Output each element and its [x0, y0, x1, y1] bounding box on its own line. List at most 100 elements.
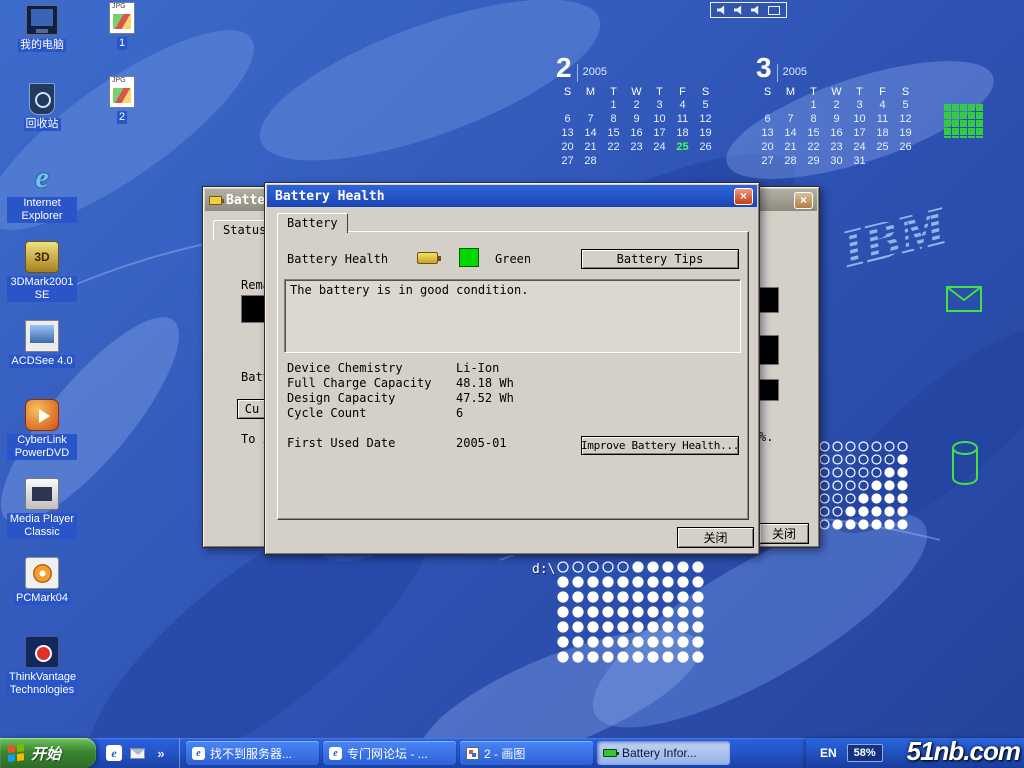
detail-row: Full Charge Capacity48.18 Wh [287, 376, 739, 391]
calendar-month: 3 [756, 54, 772, 82]
taskbar-task[interactable]: 找不到服务器... [186, 741, 319, 765]
cylinder-icon [950, 440, 980, 488]
close-icon[interactable]: × [734, 188, 753, 205]
close-button[interactable]: 关闭 [759, 523, 809, 544]
quick-launch [96, 738, 180, 768]
calendar-empty [579, 99, 602, 112]
mpc-icon [25, 478, 59, 510]
taskbar-task[interactable]: 专门网论坛 - ... [323, 741, 456, 765]
calendar-empty [871, 155, 894, 168]
windows-flag-icon [8, 744, 25, 763]
calendar-weekday: S [894, 86, 917, 98]
desktop-icon-thinkvantage[interactable]: ThinkVantage Technologies [6, 636, 78, 715]
file-icon-1[interactable]: 1 [96, 2, 148, 76]
detail-label: Full Charge Capacity [287, 376, 456, 391]
desktop-icon-powerdvd[interactable]: CyberLink PowerDVD [6, 399, 78, 478]
calendar-day: 9 [625, 113, 648, 126]
calendar-day: 14 [579, 127, 602, 140]
start-button[interactable]: 开始 [0, 738, 96, 768]
gauge-box [757, 335, 779, 365]
jpg-file-icon [109, 76, 135, 108]
window-title: Batte [226, 193, 265, 208]
mute-icon[interactable] [751, 5, 762, 15]
detail-value: 47.52 Wh [456, 391, 514, 406]
current-button[interactable]: Cu [237, 399, 267, 419]
detail-row: Design Capacity47.52 Wh [287, 391, 739, 406]
calendar-day: 14 [779, 127, 802, 140]
calendar-day: 31 [848, 155, 871, 168]
file-icon-2[interactable]: 2 [96, 76, 148, 150]
mail-icon [946, 286, 982, 312]
taskbar-task[interactable]: Battery Infor... [597, 741, 730, 765]
calendar-day: 3 [648, 99, 671, 112]
improve-battery-health-button[interactable]: Improve Battery Health... [581, 436, 739, 455]
dialog-title: Battery Health [275, 189, 385, 204]
detail-value: 48.18 Wh [456, 376, 514, 391]
calendar-day: 13 [756, 127, 779, 140]
taskbar: 开始 找不到服务器... 专门网论坛 - ... 2 - 画图Battery Inf… [0, 738, 1024, 768]
calendar-day: 20 [556, 141, 579, 154]
calendar-empty [894, 155, 917, 168]
task-label: 专门网论坛 - ... [347, 745, 428, 762]
desktop-icon-ie[interactable]: Internet Explorer [6, 162, 78, 241]
desktop-icon-recycle-bin[interactable]: 回收站 [6, 83, 78, 162]
calendar-weekday: T [802, 86, 825, 98]
calendar-day: 3 [848, 99, 871, 112]
calendar-day: 8 [602, 113, 625, 126]
volume-up-icon[interactable] [734, 5, 745, 15]
jpg-file-icon [109, 2, 135, 34]
tab-battery[interactable]: Battery [277, 213, 348, 233]
calendar-day: 26 [894, 141, 917, 154]
dot-grid [556, 560, 712, 666]
desktop-icon-acdsee[interactable]: ACDSee 4.0 [6, 320, 78, 399]
display-icon[interactable] [768, 6, 780, 15]
close-button[interactable]: 关闭 [677, 527, 754, 548]
desktop-icon-my-computer[interactable]: 我的电脑 [6, 4, 78, 83]
calendar-weekday: S [556, 86, 579, 98]
battery-health-dialog[interactable]: Battery Health × Battery Battery Health … [264, 182, 760, 555]
battery-tips-button[interactable]: Battery Tips [581, 249, 739, 269]
mail-icon[interactable] [130, 748, 145, 759]
ie-icon[interactable] [106, 745, 122, 761]
calendar-grid: SMTWTFS123456789101112131415161718192021… [756, 86, 924, 168]
gauge-box [757, 287, 779, 313]
calendar-day: 21 [579, 141, 602, 154]
calendar-grid: SMTWTFS123456789101112131415161718192021… [556, 86, 724, 168]
calendar-day: 6 [556, 113, 579, 126]
calendar-empty [779, 99, 802, 112]
file-label: 1 [117, 37, 127, 50]
desktop-icon-label: Internet Explorer [7, 197, 77, 223]
battery-icon [603, 749, 617, 757]
calendar-day: 28 [579, 155, 602, 168]
calendar-day: 24 [648, 141, 671, 154]
ie-icon [25, 162, 59, 194]
site-watermark: 51nb.com [907, 736, 1020, 767]
condition-textbox[interactable]: The battery is in good condition. [284, 279, 741, 353]
desktop-icon-3dmark[interactable]: 3DMark2001 SE [6, 241, 78, 320]
calendar-day: 9 [825, 113, 848, 126]
calendar-weekday: T [648, 86, 671, 98]
calendar-day: 7 [779, 113, 802, 126]
calendar-day: 1 [602, 99, 625, 112]
chevron-icon[interactable] [153, 745, 169, 761]
calendar-empty [756, 99, 779, 112]
close-icon[interactable]: × [794, 192, 813, 209]
detail-value: 2005-01 [456, 436, 507, 451]
desktop-icon-label: ACDSee 4.0 [9, 355, 74, 368]
ie-icon [192, 747, 205, 760]
calendar-empty [648, 155, 671, 168]
calendar-year: 2005 [777, 64, 807, 82]
detail-label: First Used Date [287, 436, 456, 451]
calendar-weekday: T [602, 86, 625, 98]
calendar-weekday: W [625, 86, 648, 98]
taskbar-task[interactable]: 2 - 画图 [460, 741, 593, 765]
volume-down-icon[interactable] [717, 5, 728, 15]
pcmark-icon [25, 557, 59, 589]
thinkvantage-icon [25, 636, 59, 668]
dialog-titlebar[interactable]: Battery Health × [267, 185, 757, 207]
battery-percentage-badge[interactable]: 58% [847, 744, 883, 762]
desktop-icon-mpc[interactable]: Media Player Classic [6, 478, 78, 557]
language-indicator[interactable]: EN [820, 746, 837, 760]
desktop-file-column: 12 [96, 2, 148, 150]
desktop-icon-pcmark[interactable]: PCMark04 [6, 557, 78, 636]
